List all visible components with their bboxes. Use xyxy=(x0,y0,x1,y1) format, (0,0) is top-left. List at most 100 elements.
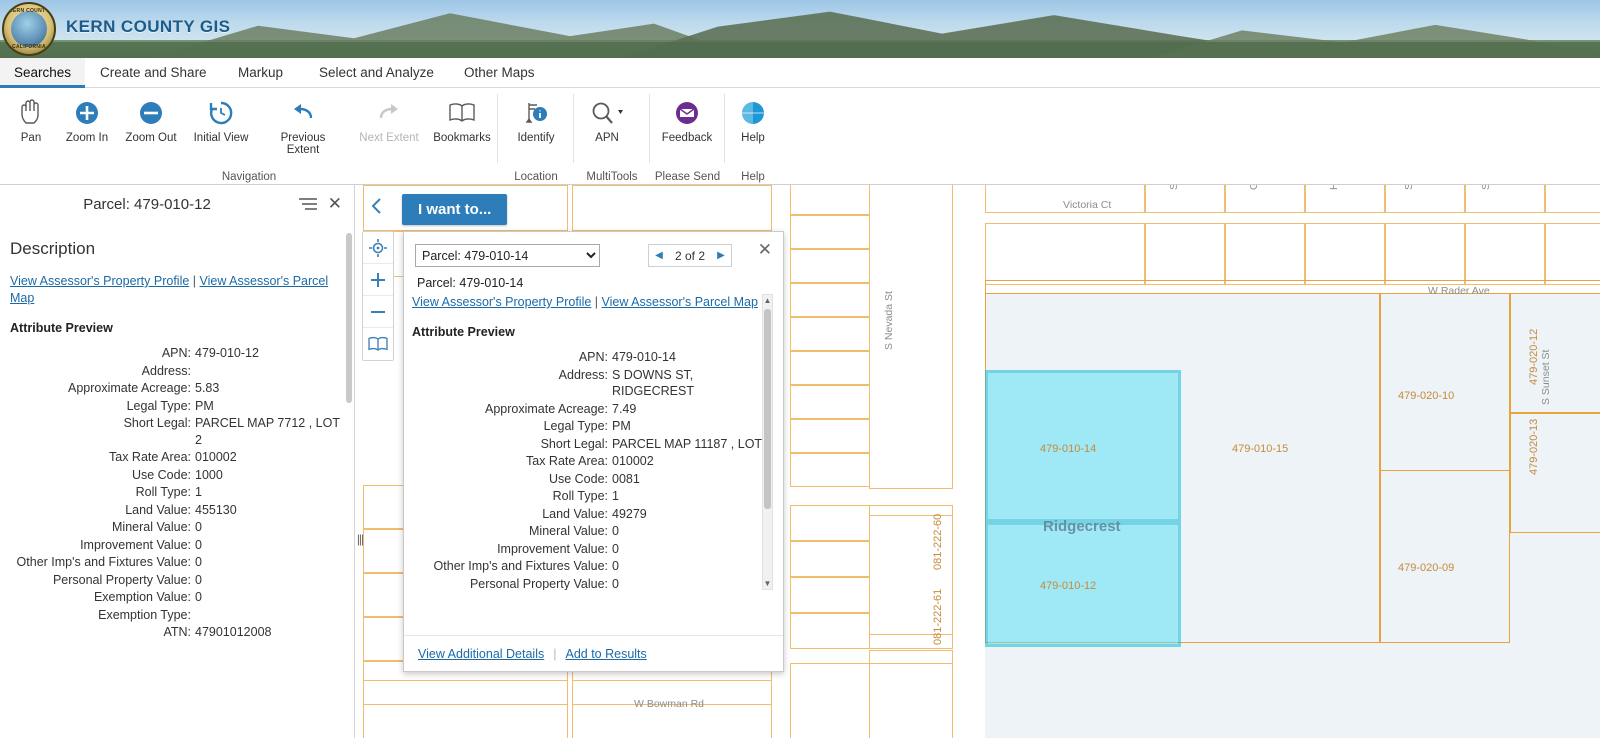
scroll-down-arrow-icon[interactable]: ▼ xyxy=(763,578,772,589)
help-button[interactable]: Help xyxy=(722,94,784,160)
ribbon-group-label-location: Location xyxy=(498,171,574,183)
attribute-row: Use Code:0081 xyxy=(412,471,775,488)
map-parcel-label: 081-222-61 xyxy=(932,589,944,645)
view-assessors-parcel-map-link[interactable]: View Assessor's Parcel Map xyxy=(602,295,758,309)
attribute-value xyxy=(195,607,344,624)
hand-icon xyxy=(0,94,62,132)
map-parcel xyxy=(1465,223,1545,285)
attribute-value: 0 xyxy=(195,537,344,554)
attribute-value: 0 xyxy=(612,541,775,558)
bookmarks-button[interactable]: Bookmarks xyxy=(423,94,501,160)
next-extent-label: Next Extent xyxy=(350,132,428,144)
feedback-button[interactable]: Feedback xyxy=(656,94,718,160)
apn-search-button[interactable]: APN xyxy=(576,94,638,160)
tab-create-and-share[interactable]: Create and Share xyxy=(86,58,221,88)
panel-scrollbar-thumb[interactable] xyxy=(346,233,352,403)
identify-button[interactable]: Identify xyxy=(505,94,567,160)
map-parcel xyxy=(790,419,870,453)
attribute-key: Approximate Acreage: xyxy=(412,401,612,418)
scroll-up-arrow-icon[interactable]: ▲ xyxy=(763,295,772,306)
attribute-value: 010002 xyxy=(612,453,775,470)
attribute-row: Land Value:49279 xyxy=(412,506,775,523)
i-want-to-button[interactable]: I want to... xyxy=(402,194,507,225)
attribute-row: Personal Property Value:0 xyxy=(412,576,775,591)
seal-top-text: KERN COUNTY xyxy=(4,8,54,14)
zoom-out-icon[interactable] xyxy=(363,296,393,328)
map-parcel-label: 479-010-14 xyxy=(1040,443,1096,455)
attribute-key: Use Code: xyxy=(10,467,195,484)
zoom-in-button[interactable]: Zoom In xyxy=(56,94,118,160)
map-parcel-label: 479-010-15 xyxy=(1232,443,1288,455)
attribute-row: Use Code:1000 xyxy=(10,467,344,484)
ribbon-group-label-please-send: Please Send xyxy=(650,171,725,183)
description-heading: Description xyxy=(10,239,344,259)
attribute-value: S DOWNS ST, RIDGECREST xyxy=(612,367,775,400)
collapse-panel-button[interactable] xyxy=(363,192,391,220)
tab-other-maps[interactable]: Other Maps xyxy=(450,58,549,88)
add-to-results-link[interactable]: Add to Results xyxy=(565,647,646,661)
parcel-select[interactable]: Parcel: 479-010-12 Parcel: 479-010-14 xyxy=(415,244,600,267)
map-parcel xyxy=(363,680,568,738)
attribute-key: Short Legal: xyxy=(412,436,612,453)
pager-next-button[interactable]: ▶ xyxy=(711,250,731,261)
map-parcel xyxy=(1545,223,1600,285)
envelope-icon xyxy=(656,94,718,132)
initial-view-label: Initial View xyxy=(182,132,260,144)
popup-close-icon[interactable]: ✕ xyxy=(758,240,772,260)
scrollbar-thumb[interactable] xyxy=(764,309,771,509)
map-parcel xyxy=(790,541,870,577)
attribute-key: Use Code: xyxy=(412,471,612,488)
attribute-value: PARCEL MAP 7712 , LOT 2 xyxy=(195,415,344,448)
identify-label: Identify xyxy=(505,132,567,144)
map-parcel-label: 479-020-10 xyxy=(1398,390,1454,402)
map-parcel xyxy=(790,215,870,249)
attribute-value: 49279 xyxy=(612,506,775,523)
map-parcel xyxy=(1145,185,1225,213)
previous-extent-button[interactable]: Previous Extent xyxy=(264,94,342,160)
ribbon-group-label-multitools: MultiTools xyxy=(574,171,650,183)
map-parcel xyxy=(790,613,870,649)
map-parcel xyxy=(790,317,870,351)
initial-view-button[interactable]: Initial View xyxy=(182,94,260,160)
map-parcel-label: 081-222-60 xyxy=(932,514,944,570)
ribbon-tabs: Searches Create and Share Markup Select … xyxy=(0,58,1600,88)
panel-title: Parcel: 479-010-12 xyxy=(0,196,294,213)
attribute-row: Tax Rate Area:010002 xyxy=(10,449,344,466)
locate-icon[interactable] xyxy=(363,232,393,264)
minus-circle-icon xyxy=(120,94,182,132)
attribute-row: Legal Type:PM xyxy=(10,398,344,415)
attribute-key: Land Value: xyxy=(10,502,195,519)
attribute-row: Roll Type:1 xyxy=(10,484,344,501)
basemap-book-icon[interactable] xyxy=(363,328,393,360)
pan-button[interactable]: Pan xyxy=(0,94,62,160)
zoom-out-button[interactable]: Zoom Out xyxy=(120,94,182,160)
map-street-label: S Nevada St xyxy=(883,291,895,350)
map-parcel-label: 479-020-09 xyxy=(1398,562,1454,574)
attribute-row: Short Legal:PARCEL MAP 11187 , LOT A xyxy=(412,436,775,453)
close-icon[interactable]: ✕ xyxy=(328,194,342,214)
list-menu-icon[interactable] xyxy=(298,197,318,211)
apn-label: APN xyxy=(576,132,638,144)
view-assessors-property-profile-link[interactable]: View Assessor's Property Profile xyxy=(412,295,591,309)
zoom-in-icon[interactable] xyxy=(363,264,393,296)
view-additional-details-link[interactable]: View Additional Details xyxy=(418,647,544,661)
next-extent-button: Next Extent xyxy=(350,94,428,160)
panel-resize-handle[interactable]: ||| xyxy=(355,528,365,550)
attribute-value: 1 xyxy=(195,484,344,501)
tab-searches[interactable]: Searches xyxy=(0,58,85,88)
help-globe-icon xyxy=(722,94,784,132)
attribute-key: Other Imp's and Fixtures Value: xyxy=(10,554,195,571)
map-parcel-label: 479-020-12 xyxy=(1528,329,1540,385)
pager-prev-button[interactable]: ◀ xyxy=(649,250,669,261)
map-parcel-479-020-13 xyxy=(1510,413,1600,533)
attribute-value xyxy=(195,363,344,380)
attribute-key: Personal Property Value: xyxy=(10,572,195,589)
popup-scrollbar[interactable]: ▲ ▼ xyxy=(762,294,773,590)
tab-markup[interactable]: Markup xyxy=(224,58,297,88)
map-parcel xyxy=(790,385,870,419)
tab-select-and-analyze[interactable]: Select and Analyze xyxy=(305,58,448,88)
attribute-row: Mineral Value:0 xyxy=(10,519,344,536)
link-separator: | xyxy=(193,274,196,288)
view-assessors-property-profile-link[interactable]: View Assessor's Property Profile xyxy=(10,274,189,288)
map-street-label: W Rader Ave xyxy=(1428,285,1490,297)
